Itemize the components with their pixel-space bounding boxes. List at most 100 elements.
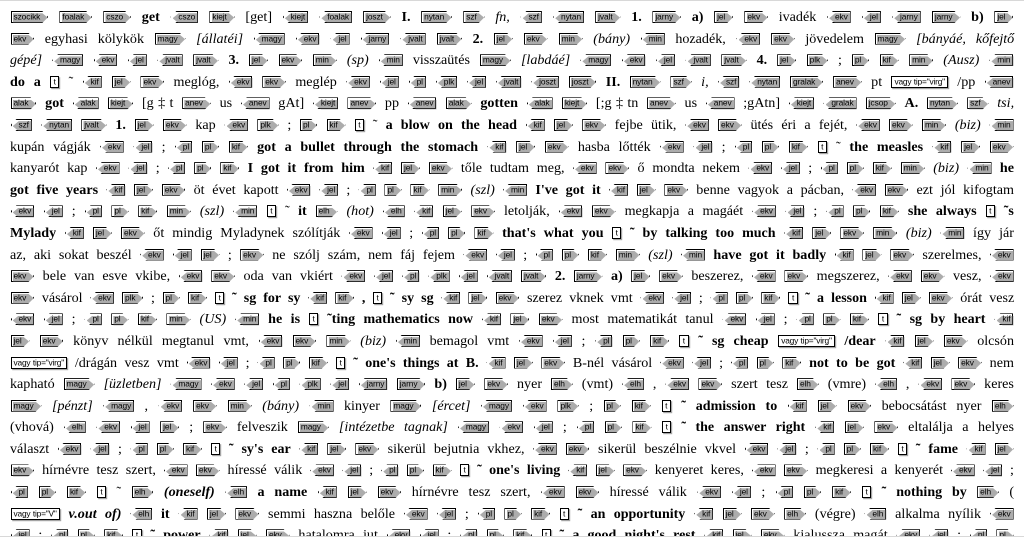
end-tag-min[interactable]: min [680,248,706,261]
end-tag-ekv[interactable]: ekv [346,75,370,88]
end-tag-ekv[interactable]: ekv [659,140,684,153]
start-tag-ekv[interactable]: ekv [592,205,616,217]
start-tag-ekv[interactable]: ekv [429,162,453,174]
start-tag-pl[interactable]: pl [202,141,219,153]
end-tag-pl[interactable]: pl [50,529,69,536]
start-tag-anev[interactable]: anev [347,97,376,109]
start-tag-jel[interactable]: jel [456,378,475,390]
start-tag-jel[interactable]: jel [443,205,462,217]
end-tag-jel[interactable]: jel [693,140,713,153]
start-tag-magy[interactable]: magy [11,400,42,412]
end-tag-ekv[interactable]: ekv [752,205,776,218]
end-tag-kif[interactable]: kif [317,486,337,499]
tilde-marker-tag[interactable]: t [862,486,872,499]
start-tag-magy[interactable]: magy [64,378,95,390]
end-tag-pl[interactable]: pl [167,162,186,175]
start-tag-ekv[interactable]: ekv [11,292,35,304]
end-tag-kif[interactable]: kif [966,442,986,455]
end-tag-elh[interactable]: elh [225,486,248,499]
start-tag-ekv[interactable]: ekv [889,119,913,131]
start-tag-jel[interactable]: jel [596,464,615,476]
start-tag-pl[interactable]: pl [823,313,840,325]
end-tag-nytan[interactable]: nytan [749,75,781,88]
end-tag-magy[interactable]: magy [457,421,489,434]
start-tag-kif[interactable]: kif [335,292,354,304]
end-tag-jvalt[interactable]: jvalt [400,32,426,45]
start-tag-jvalt[interactable]: jvalt [521,270,546,282]
start-tag-jel[interactable]: jel [554,119,573,131]
end-tag-magy[interactable]: magy [480,399,512,412]
start-tag-min[interactable]: min [559,33,583,45]
end-tag-ekv[interactable]: ekv [540,486,565,499]
end-tag-kif[interactable]: kif [874,291,894,304]
start-tag-kif[interactable]: kif [880,205,899,217]
end-tag-jel[interactable]: jel [130,421,150,434]
start-tag-szf[interactable]: szf [967,97,988,109]
end-tag-jel[interactable]: jel [552,334,572,347]
start-tag-plk[interactable]: plk [807,54,828,66]
start-tag-kif[interactable]: kif [650,335,669,347]
end-tag-min[interactable]: min [502,183,528,196]
end-tag-jel[interactable]: jel [419,529,439,536]
end-tag-jel[interactable]: jel [319,183,339,196]
start-tag-jel[interactable]: jel [961,141,980,153]
end-tag-kif[interactable]: kif [994,313,1014,326]
end-tag-kif[interactable]: kif [481,313,501,326]
start-tag-jel[interactable]: jel [207,508,226,520]
end-tag-kif[interactable]: kif [299,442,319,455]
end-tag-ekv[interactable]: ekv [660,356,684,369]
start-tag-nytan[interactable]: nytan [421,11,452,23]
end-tag-anev[interactable]: anev [984,75,1014,88]
start-tag-kif[interactable]: kif [513,529,532,537]
tilde-marker-tag[interactable]: t [985,205,995,218]
end-tag-ekv[interactable]: ekv [518,334,543,347]
tilde-marker-tag[interactable]: t [559,507,569,520]
start-tag-ekv[interactable]: ekv [240,249,264,261]
start-tag-min[interactable]: min [616,249,640,261]
start-tag-cszo[interactable]: cszo [103,11,131,23]
start-tag-ekv[interactable]: ekv [784,464,808,476]
start-tag-pl[interactable]: pl [448,227,465,239]
end-tag-magy[interactable]: magy [52,54,84,67]
start-tag-jel[interactable]: jel [902,292,921,304]
end-tag-jel[interactable]: jel [755,313,775,326]
start-tag-ekv[interactable]: ekv [958,357,982,369]
start-tag-kif[interactable]: kif [531,508,550,520]
start-tag-jel[interactable]: jel [348,486,367,498]
start-tag-jarny[interactable]: jarny [397,378,426,390]
start-tag-ekv[interactable]: ekv [471,205,495,217]
end-tag-magy[interactable]: magy [170,378,202,391]
end-tag-jel[interactable]: jel [731,486,751,499]
end-tag-jel[interactable]: jel [495,248,515,261]
start-tag-ekv[interactable]: ekv [11,33,35,45]
start-tag-elh[interactable]: elh [551,378,573,390]
end-tag-jel[interactable]: jel [436,507,457,520]
end-tag-magy[interactable]: magy [580,54,612,67]
start-tag-jel[interactable]: jel [812,227,831,239]
end-tag-jvalt[interactable]: jvalt [157,54,183,67]
start-tag-nytan[interactable]: nytan [927,97,958,109]
end-tag-pl[interactable]: pl [477,507,496,520]
start-tag-jel[interactable]: jel [845,421,864,433]
end-tag-ekv[interactable]: ekv [186,356,211,369]
start-tag-elh[interactable]: elh [316,205,338,217]
end-tag-ekv[interactable]: ekv [463,248,488,261]
tilde-marker-tag[interactable]: t [661,399,671,412]
start-tag-kiejt[interactable]: kiejt [209,11,234,23]
start-tag-ekv[interactable]: ekv [279,54,303,66]
end-tag-kif[interactable]: kif [209,529,229,536]
start-tag-jel[interactable]: jel [516,141,535,153]
end-tag-ekv[interactable]: ekv [158,399,183,412]
start-tag-pl[interactable]: pl [194,162,211,174]
end-tag-ekv[interactable]: ekv [386,529,411,536]
end-tag-min[interactable]: min [989,54,1014,67]
start-tag-kiejt[interactable]: kiejt [108,97,133,109]
end-tag-jel[interactable]: jel [458,270,478,283]
end-tag-jel[interactable]: jel [692,356,712,369]
end-tag-kif[interactable]: kif [903,356,923,369]
end-tag-elh[interactable]: elh [875,378,897,391]
start-tag-jel[interactable]: jel [631,270,650,282]
end-tag-ekv[interactable]: ekv [533,442,557,455]
start-tag-pl[interactable]: pl [157,443,174,455]
end-tag-kif[interactable]: kif [694,507,714,520]
